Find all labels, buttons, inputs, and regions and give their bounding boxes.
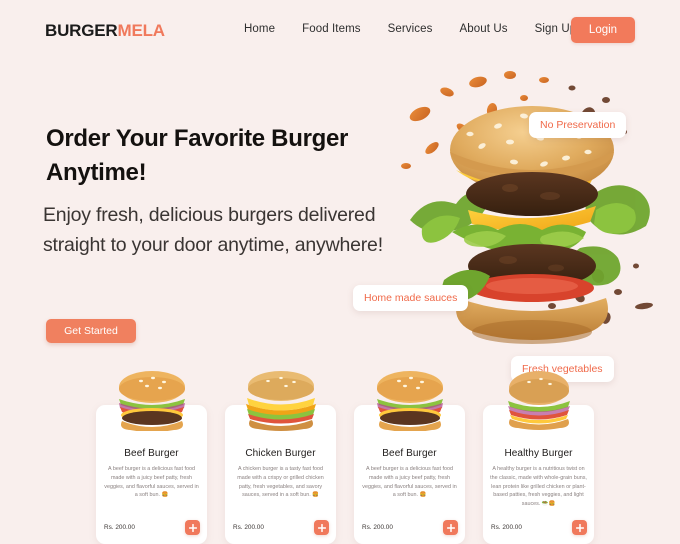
nav-item-services[interactable]: Services — [388, 23, 433, 35]
add-to-cart-button[interactable] — [314, 520, 329, 535]
plus-icon — [575, 523, 584, 532]
logo-text-mela: MELA — [117, 21, 165, 40]
product-card-list: Beef Burger A beef burger is a delicious… — [96, 371, 594, 544]
hero-title: Order Your Favorite Burger Anytime! — [46, 125, 349, 187]
product-description: A healthy burger is a nutritious twist o… — [490, 466, 587, 507]
product-footer: Rs. 200.00 — [233, 520, 329, 535]
add-to-cart-button[interactable] — [572, 520, 587, 535]
product-title: Chicken Burger — [245, 448, 316, 459]
plus-icon — [317, 523, 326, 532]
hero-subtitle: Enjoy fresh, delicious burgers delivered… — [43, 204, 383, 257]
nav-item-home[interactable]: Home — [244, 23, 275, 35]
plus-icon — [188, 523, 197, 532]
product-card[interactable]: Healthy Burger A healthy burger is a nut… — [483, 371, 594, 544]
product-footer: Rs. 200.00 — [362, 520, 458, 535]
product-price: Rs. 200.00 — [491, 524, 522, 531]
badge-home-made-sauces: Home made sauces — [353, 285, 469, 311]
burger-image-beef — [367, 369, 453, 432]
get-started-button[interactable]: Get Started — [46, 319, 136, 343]
product-price: Rs. 200.00 — [362, 524, 393, 531]
logo-text-burger: BURGER — [45, 21, 118, 40]
product-description: A beef burger is a delicious fast food m… — [362, 466, 457, 499]
product-description: A beef burger is a delicious fast food m… — [104, 466, 199, 499]
nav-item-sign-up[interactable]: Sign Up — [535, 23, 577, 35]
burger-image-beef — [109, 369, 195, 432]
burger-image-healthy — [496, 369, 582, 431]
landing-page: BURGERMELA Home Food Items Services Abou… — [0, 0, 680, 544]
burger-image-chicken — [238, 369, 324, 431]
product-price: Rs. 200.00 — [233, 524, 264, 531]
nav-item-about-us[interactable]: About Us — [460, 23, 508, 35]
product-title: Beef Burger — [382, 448, 437, 459]
site-logo[interactable]: BURGERMELA — [45, 21, 165, 41]
badge-no-preservation: No Preservation — [529, 112, 627, 138]
product-card[interactable]: Chicken Burger A chicken burger is a tas… — [225, 371, 336, 544]
product-footer: Rs. 200.00 — [491, 520, 587, 535]
product-price: Rs. 200.00 — [104, 524, 135, 531]
product-title: Healthy Burger — [504, 448, 573, 459]
top-navigation-bar: BURGERMELA Home Food Items Services Abou… — [0, 0, 680, 60]
nav-item-food-items[interactable]: Food Items — [302, 23, 361, 35]
product-description: A chicken burger is a tasty fast food ma… — [237, 466, 324, 499]
plus-icon — [446, 523, 455, 532]
add-to-cart-button[interactable] — [443, 520, 458, 535]
product-card[interactable]: Beef Burger A beef burger is a delicious… — [354, 371, 465, 544]
product-title: Beef Burger — [124, 448, 179, 459]
product-footer: Rs. 200.00 — [104, 520, 200, 535]
add-to-cart-button[interactable] — [185, 520, 200, 535]
product-card[interactable]: Beef Burger A beef burger is a delicious… — [96, 371, 207, 544]
nav-links: Home Food Items Services About Us Sign U… — [244, 23, 576, 35]
login-button[interactable]: Login — [571, 17, 635, 43]
